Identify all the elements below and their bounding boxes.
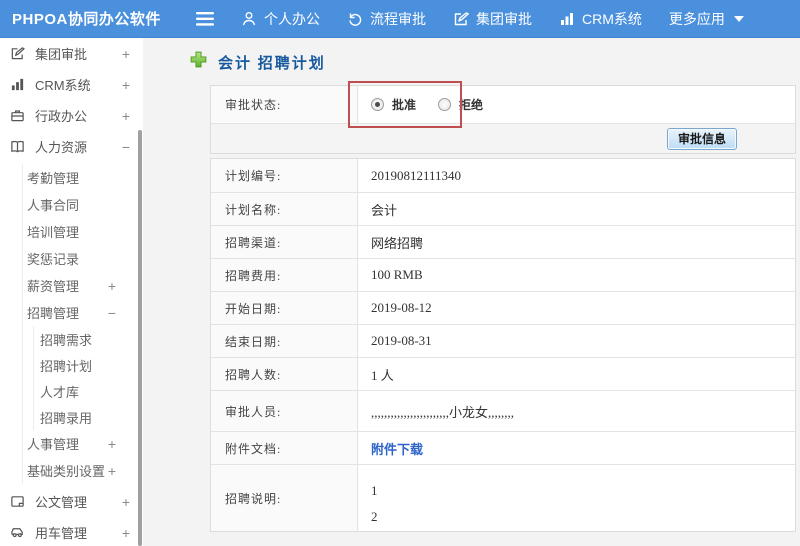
top-navbar: PHPOA协同办公软件 个人办公 流程审批 集团审批 CRM系统 更多应用: [0, 0, 800, 38]
sidebar-submenu-hr: 考勤管理 人事合同 培训管理 奖惩记录 薪资管理 + 招聘管理 − 招聘需求 招…: [22, 164, 143, 484]
hamburger-icon: [196, 11, 214, 26]
field-label: 审批状态:: [211, 86, 358, 123]
app-logo: PHPOA协同办公软件: [12, 11, 161, 28]
sidebar-scrollbar[interactable]: [138, 130, 142, 546]
recruit-plan-detail-table: 计划编号: 20190812111340 计划名称: 会计 招聘渠道: 网络招聘…: [210, 158, 796, 532]
sidebar-item-document-mgmt[interactable]: 公文管理 +: [0, 486, 143, 517]
expand-toggle: +: [121, 524, 130, 541]
nav-item-label: 集团审批: [476, 10, 532, 27]
nav-item-label: CRM系统: [582, 10, 642, 27]
sidebar-item-group-approval[interactable]: 集团审批 +: [0, 38, 143, 69]
approval-status-panel: 审批状态: 批准 拒绝 审批信息: [210, 85, 796, 154]
sidebar-item-recruit-hire[interactable]: 招聘录用: [34, 404, 143, 430]
sidebar-item-crm[interactable]: CRM系统 +: [0, 69, 143, 100]
attachment-download-link[interactable]: 附件下载: [371, 439, 423, 458]
sidebar-item-rewards[interactable]: 奖惩记录: [23, 245, 143, 272]
approval-info-button[interactable]: 审批信息: [666, 127, 737, 150]
field-row-channel: 招聘渠道: 网络招聘: [211, 225, 795, 258]
collapse-toggle: −: [121, 138, 130, 155]
page-title-bar: 会计 招聘计划: [190, 51, 326, 73]
document-icon: [10, 494, 27, 509]
expand-toggle: +: [121, 493, 130, 510]
add-plus-icon: [190, 51, 207, 73]
field-row-plan-no: 计划编号: 20190812111340: [211, 159, 795, 192]
approval-status-row: 审批状态: 批准 拒绝: [211, 86, 795, 123]
expand-toggle: +: [121, 107, 130, 124]
main-content: 会计 招聘计划 审批状态: 批准 拒绝 审批信息 计划编号: 201908121…: [143, 38, 800, 546]
history-icon: [347, 11, 363, 27]
bar-chart-icon: [10, 77, 27, 92]
approval-status-options: 批准 拒绝: [358, 86, 795, 123]
radio-option-reject[interactable]: 拒绝: [438, 96, 483, 113]
top-nav-menu: 个人办公 流程审批 集团审批 CRM系统 更多应用: [196, 9, 744, 29]
nav-item-label: 个人办公: [264, 10, 320, 27]
book-icon: [10, 139, 27, 154]
nav-item-more-apps[interactable]: 更多应用: [669, 9, 744, 29]
expand-toggle: +: [121, 76, 130, 93]
nav-item-label: 更多应用: [668, 10, 725, 27]
bar-chart-icon: [559, 11, 575, 27]
briefcase-icon: [10, 108, 27, 123]
edit-icon: [10, 46, 27, 61]
sidebar-item-base-category[interactable]: 基础类别设置 +: [23, 457, 143, 484]
sidebar-item-vehicle-mgmt[interactable]: 用车管理 +: [0, 517, 143, 546]
sidebar-item-personnel-mgmt[interactable]: 人事管理 +: [23, 430, 143, 457]
field-row-plan-name: 计划名称: 会计: [211, 192, 795, 225]
field-row-start-date: 开始日期: 2019-08-12: [211, 291, 795, 324]
field-row-description: 招聘说明: 1 2: [211, 464, 795, 531]
page-title: 会计 招聘计划: [218, 55, 326, 72]
app-window: PHPOA协同办公软件 个人办公 流程审批 集团审批 CRM系统 更多应用 集团…: [0, 0, 800, 546]
field-row-end-date: 结束日期: 2019-08-31: [211, 324, 795, 357]
collapse-toggle: −: [107, 304, 116, 321]
nav-item-label: 流程审批: [370, 10, 426, 27]
field-row-attachment: 附件文档: 附件下载: [211, 431, 795, 464]
expand-toggle: +: [107, 462, 116, 479]
sidebar-item-recruit-plan[interactable]: 招聘计划: [34, 352, 143, 378]
sidebar-item-talent-pool[interactable]: 人才库: [34, 378, 143, 404]
nav-item-crm[interactable]: CRM系统: [559, 9, 642, 29]
sidebar-item-admin-office[interactable]: 行政办公 +: [0, 100, 143, 131]
radio-approve-selected: [371, 98, 384, 111]
nav-item-personal-office[interactable]: 个人办公: [241, 9, 320, 29]
field-row-cost: 招聘费用: 100 RMB: [211, 258, 795, 291]
sidebar-item-salary[interactable]: 薪资管理 +: [23, 272, 143, 299]
sidebar-item-hr[interactable]: 人力资源 −: [0, 131, 143, 162]
hamburger-menu-button[interactable]: [196, 11, 214, 26]
edit-icon: [453, 11, 469, 27]
expand-toggle: +: [107, 435, 116, 452]
sidebar-submenu-recruit: 招聘需求 招聘计划 人才库 招聘录用: [33, 326, 143, 430]
expand-toggle: +: [121, 45, 130, 62]
radio-reject-unselected: [438, 98, 452, 111]
nav-item-workflow-approval[interactable]: 流程审批: [347, 9, 426, 29]
expand-toggle: +: [107, 277, 116, 294]
sidebar-item-recruit-mgmt[interactable]: 招聘管理 −: [23, 299, 143, 326]
person-icon: [241, 11, 257, 27]
field-row-approvers: 审批人员: ,,,,,,,,,,,,,,,,,,,,,,,,小龙女,,,,,,,…: [211, 390, 795, 431]
radio-option-approve[interactable]: 批准: [371, 96, 416, 113]
sidebar-item-training[interactable]: 培训管理: [23, 218, 143, 245]
sidebar-item-attendance[interactable]: 考勤管理: [23, 164, 143, 191]
chevron-down-icon: [733, 15, 744, 22]
field-row-headcount: 招聘人数: 1 人: [211, 357, 795, 390]
sidebar: 集团审批 + CRM系统 + 行政办公 + 人力资源 − 考勤管理 人事合同 培…: [0, 38, 143, 546]
nav-item-group-approval[interactable]: 集团审批: [453, 9, 532, 29]
sidebar-item-recruit-demand[interactable]: 招聘需求: [34, 326, 143, 352]
car-icon: [10, 525, 27, 540]
sidebar-item-hr-contract[interactable]: 人事合同: [23, 191, 143, 218]
approval-button-row: 审批信息: [211, 123, 795, 153]
